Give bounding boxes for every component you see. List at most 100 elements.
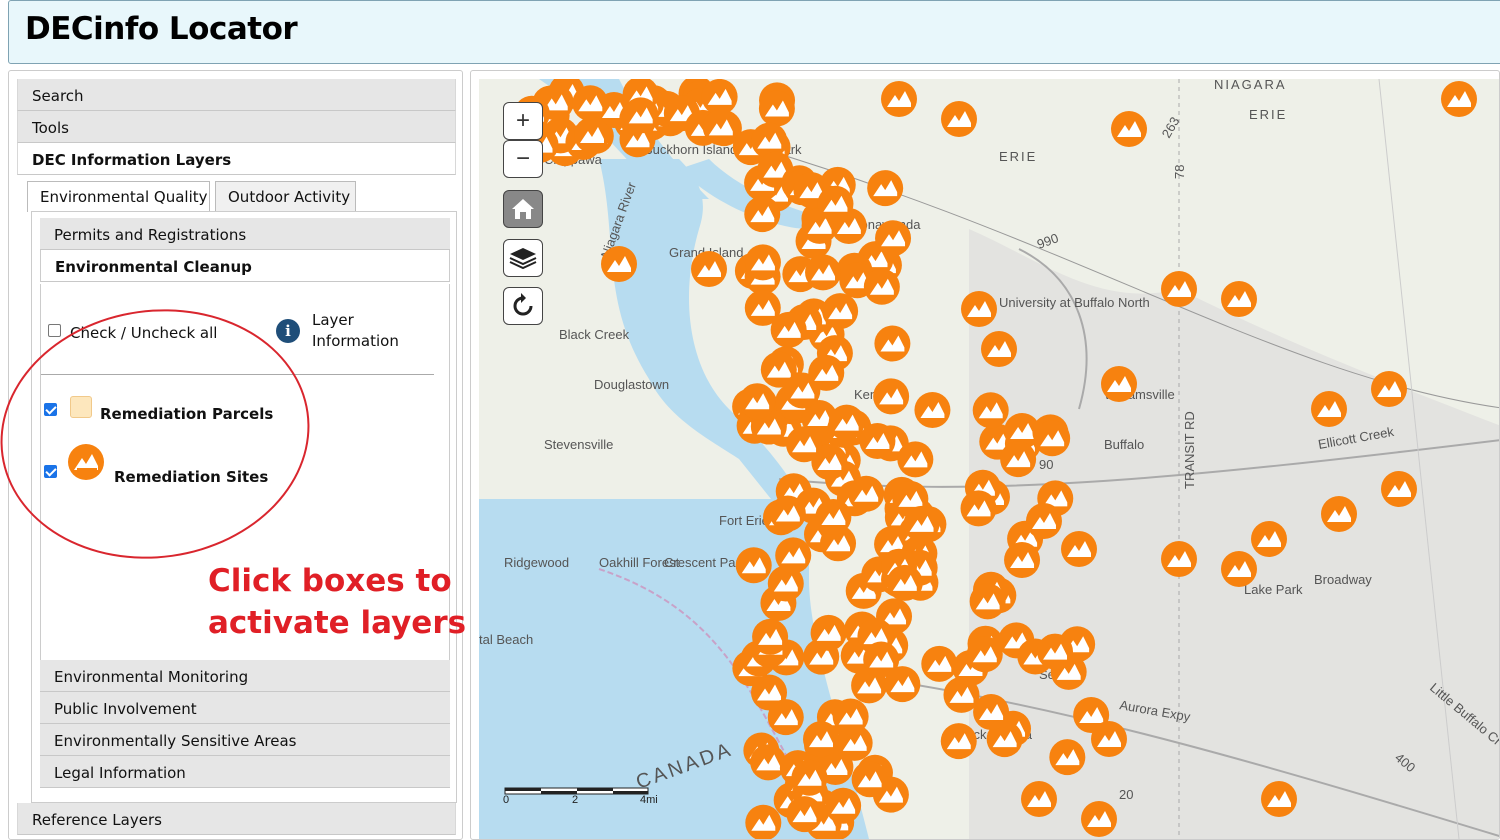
remediation-site-marker[interactable] (1004, 542, 1041, 579)
remediation-site-marker[interactable] (851, 761, 888, 798)
remediation-site-marker[interactable] (1091, 721, 1127, 757)
remediation-site-marker[interactable] (744, 244, 781, 281)
remediation-site-marker[interactable] (1221, 281, 1257, 317)
remediation-site-marker[interactable] (786, 426, 823, 463)
layers-button[interactable] (503, 239, 543, 277)
remediation-site-marker[interactable] (769, 495, 806, 532)
remediation-site-marker[interactable] (573, 116, 610, 153)
remediation-site-marker[interactable] (969, 583, 1006, 620)
remediation-site-marker[interactable] (960, 490, 997, 527)
remediation-site-marker[interactable] (1111, 111, 1147, 147)
remediation-site-marker[interactable] (828, 404, 865, 441)
remediation-site-marker[interactable] (601, 246, 637, 282)
remediation-site-marker[interactable] (805, 254, 842, 291)
layer-information-link[interactable]: Layer Information (312, 310, 422, 352)
remediation-site-marker[interactable] (941, 101, 977, 137)
remediation-site-marker[interactable] (744, 196, 781, 233)
remediation-site-marker[interactable] (572, 85, 609, 122)
remediation-site-marker[interactable] (961, 291, 997, 327)
remediation-site-marker[interactable] (972, 392, 1009, 429)
home-button[interactable] (503, 190, 543, 228)
subsection-environmental-cleanup[interactable]: Environmental Cleanup (40, 250, 450, 282)
accordion-search[interactable]: Search (17, 79, 456, 111)
remediation-site-marker[interactable] (940, 723, 977, 760)
remediation-site-marker[interactable] (815, 498, 852, 535)
subsection-permits-registrations[interactable]: Permits and Registrations (40, 218, 450, 250)
remediation-site-marker[interactable] (1221, 551, 1257, 587)
remediation-site-marker[interactable] (691, 251, 727, 287)
zoom-in-button[interactable]: + (503, 102, 543, 140)
remediation-site-marker[interactable] (752, 618, 789, 655)
remediation-site-marker[interactable] (884, 666, 921, 703)
zoom-out-button[interactable]: − (503, 140, 543, 178)
accordion-tools[interactable]: Tools (17, 111, 456, 143)
tab-environmental-quality[interactable]: Environmental Quality (27, 181, 210, 212)
remediation-site-marker[interactable] (873, 378, 910, 415)
remediation-site-marker[interactable] (886, 564, 923, 601)
remediation-site-marker[interactable] (914, 392, 951, 429)
reset-button[interactable] (503, 287, 543, 325)
remediation-site-marker[interactable] (1049, 739, 1086, 776)
remediation-site-marker[interactable] (1061, 531, 1097, 567)
remediation-site-marker[interactable] (817, 185, 854, 222)
remediation-site-marker[interactable] (1321, 496, 1357, 532)
remediation-site-marker[interactable] (1161, 271, 1197, 307)
remediation-site-marker[interactable] (1081, 801, 1117, 837)
remediation-site-marker[interactable] (881, 81, 917, 117)
remediation-site-marker[interactable] (1441, 81, 1477, 117)
remediation-site-marker[interactable] (832, 698, 869, 735)
remediation-site-marker[interactable] (966, 636, 1003, 673)
remediation-site-marker[interactable] (1000, 441, 1037, 478)
check-all-checkbox[interactable] (48, 324, 61, 337)
remediation-site-marker[interactable] (758, 90, 795, 127)
accordion-dec-information-layers[interactable]: DEC Information Layers (17, 143, 456, 175)
remediation-site-marker[interactable] (1034, 420, 1071, 457)
remediation-site-marker[interactable] (810, 614, 847, 651)
remediation-site-marker[interactable] (1161, 541, 1197, 577)
accordion-reference-layers[interactable]: Reference Layers (17, 803, 456, 835)
map-canvas[interactable]: ChippawaBuckhorn Island State ParkNiagar… (479, 79, 1500, 839)
subsection-environmental-monitoring[interactable]: Environmental Monitoring (40, 660, 450, 692)
remediation-site-marker[interactable] (867, 170, 904, 207)
remediation-site-marker[interactable] (822, 293, 859, 330)
remediation-site-marker[interactable] (825, 787, 862, 824)
remediation-site-marker[interactable] (802, 721, 839, 758)
remediation-site-marker[interactable] (848, 475, 885, 512)
remediation-site-marker[interactable] (808, 354, 845, 391)
remediation-site-marker[interactable] (897, 441, 934, 478)
remediation-site-marker[interactable] (786, 796, 823, 833)
remediation-site-marker[interactable] (1311, 391, 1347, 427)
remediation-site-marker[interactable] (1371, 371, 1407, 407)
remediation-site-marker[interactable] (1381, 471, 1417, 507)
remediation-site-marker[interactable] (767, 699, 804, 736)
remediation-site-marker[interactable] (770, 311, 807, 348)
map-label: 90 (1039, 457, 1053, 472)
remediation-site-marker[interactable] (973, 693, 1010, 730)
remediation-site-marker[interactable] (1021, 781, 1057, 817)
info-icon[interactable]: i (276, 319, 300, 343)
remediation-site-marker[interactable] (875, 220, 912, 257)
map-label: Stevensville (544, 437, 613, 452)
basemap[interactable]: ChippawaBuckhorn Island State ParkNiagar… (479, 79, 1500, 839)
remediation-site-marker[interactable] (921, 645, 958, 682)
subsection-public-involvement[interactable]: Public Involvement (40, 692, 450, 724)
subsection-environmentally-sensitive-areas[interactable]: Environmentally Sensitive Areas (40, 724, 450, 756)
remediation-site-marker[interactable] (1101, 366, 1137, 402)
remediation-site-marker[interactable] (859, 422, 896, 459)
remediation-site-marker[interactable] (1037, 633, 1074, 670)
remediation-site-marker[interactable] (622, 97, 659, 134)
subsection-legal-information[interactable]: Legal Information (40, 756, 450, 788)
remediation-site-marker[interactable] (735, 547, 772, 584)
remediation-site-marker[interactable] (1261, 781, 1297, 817)
remediation-site-marker[interactable] (702, 109, 739, 146)
map-label: ERIE (999, 149, 1037, 164)
remediation-site-marker[interactable] (791, 759, 828, 796)
remediation-site-marker[interactable] (739, 383, 776, 420)
remediation-site-marker[interactable] (874, 325, 911, 362)
remediation-site-marker[interactable] (863, 268, 900, 305)
remediation-site-marker[interactable] (981, 331, 1017, 367)
remediation-site-marker[interactable] (775, 537, 812, 574)
remediation-site-marker[interactable] (1251, 521, 1287, 557)
remediation-site-marker[interactable] (1025, 502, 1062, 539)
tab-outdoor-activity[interactable]: Outdoor Activity (215, 181, 356, 211)
